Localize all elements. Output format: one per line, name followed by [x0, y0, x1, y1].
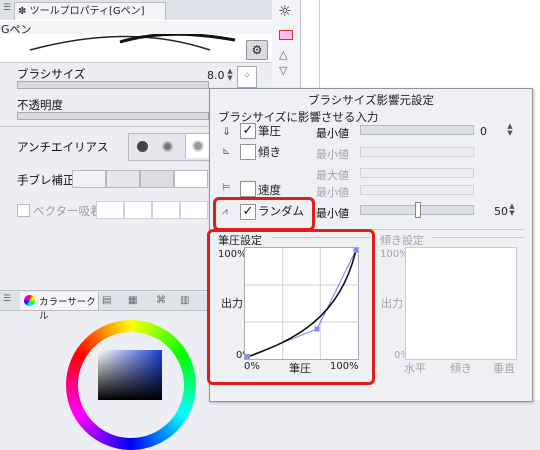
color-history-tab-icon[interactable]: ▥	[180, 295, 189, 306]
record-icon[interactable]	[279, 30, 293, 40]
color-set-tab-icon[interactable]: ▦	[128, 295, 137, 306]
vector-snap-checkbox[interactable]	[17, 204, 30, 217]
opacity-label: 不透明度	[17, 98, 63, 112]
antialias-none-icon[interactable]	[137, 141, 148, 152]
saturation-value-square[interactable]	[98, 350, 162, 400]
vector-snap-label: ベクター吸着	[33, 204, 102, 218]
tilt-min-label: 最小値	[316, 148, 349, 161]
popup-title: ブラシサイズ影響元設定	[308, 93, 434, 107]
pressure-graph-highlight-box	[207, 229, 375, 385]
stabilization-label: 手ブレ補正	[17, 173, 75, 187]
pressure-min-value[interactable]: 0	[480, 125, 487, 138]
tilt-max-label: 最大値	[316, 169, 349, 182]
sun-icon[interactable]: ☼	[278, 2, 291, 20]
tilt-checkbox[interactable]	[240, 144, 256, 160]
antialias-medium-icon	[192, 140, 204, 152]
tilt-min-slider[interactable]	[360, 147, 474, 157]
pen-pressure-icon: ⇓	[222, 125, 232, 138]
preset-name: Gペン	[1, 23, 32, 36]
tilt-max-slider[interactable]	[360, 168, 474, 178]
velocity-label: 速度	[258, 183, 281, 197]
tilt-graph-x-label: 傾き	[450, 362, 472, 375]
pressure-min-spinner[interactable]: ▲ ▼	[506, 123, 514, 137]
color-wheel-icon	[24, 295, 35, 306]
random-min-slider-thumb[interactable]	[415, 202, 421, 218]
panel-menu-icon[interactable]: ☰	[3, 294, 11, 304]
antialias-selector[interactable]	[128, 133, 210, 161]
tilt-label: 傾き	[258, 145, 281, 159]
velocity-min-label: 最小値	[316, 186, 349, 199]
brush-size-spinner[interactable]: ▲ ▼	[226, 68, 234, 82]
brush-tip-settings-button[interactable]: ⚙	[246, 40, 268, 60]
velocity-icon: ⊨	[222, 182, 231, 193]
tilt-graph-title: 傾き設定	[380, 234, 424, 247]
pressure-checkbox[interactable]: ✓	[240, 123, 256, 139]
pressure-min-slider[interactable]	[360, 125, 474, 135]
tab-tool-property-label: ツールプロパティ[Gペン]	[29, 6, 145, 17]
tab-color-circle[interactable]: カラーサークル	[20, 292, 99, 322]
tab-color-circle-label: カラーサークル	[39, 297, 96, 322]
preset-name-bar: Gペン	[0, 21, 272, 36]
triangle-up-icon[interactable]: △	[279, 48, 287, 61]
divider	[432, 237, 524, 238]
random-min-label: 最小値	[316, 207, 349, 220]
color-slider-tab-icon[interactable]: ▤	[102, 295, 111, 306]
tilt-graph-x-right: 垂直	[493, 362, 515, 375]
tab-tool-property[interactable]: ✽ ツールプロパティ[Gペン]	[14, 2, 166, 21]
antialias-weak-icon[interactable]	[162, 141, 173, 152]
triangle-down-icon[interactable]: ▽	[279, 64, 287, 77]
pressure-min-label: 最小値	[316, 127, 349, 140]
panel-menu-icon[interactable]: ☰	[3, 3, 11, 13]
random-label: ランダム	[258, 204, 304, 218]
antialias-label: アンチエイリアス	[17, 140, 109, 154]
dots-icon: ⁘	[243, 71, 251, 81]
opacity-slider[interactable]	[17, 112, 209, 120]
random-icon: ⩘	[222, 206, 228, 217]
random-min-slider[interactable]	[360, 202, 474, 218]
approximate-color-tab-icon[interactable]: ⌘	[156, 295, 166, 306]
brush-size-label: ブラシサイズ	[17, 67, 86, 81]
wrench-icon: ⚙	[251, 43, 263, 57]
tilt-graph-x-left: 水平	[404, 362, 426, 375]
brush-size-slider[interactable]	[17, 81, 209, 89]
gear-icon: ✽	[18, 6, 27, 17]
velocity-min-slider[interactable]	[360, 185, 474, 195]
random-checkbox[interactable]: ✓	[240, 204, 256, 220]
brush-size-value[interactable]: 8.0	[207, 69, 225, 82]
random-min-spinner[interactable]: ▲ ▼	[508, 203, 516, 217]
pressure-label: 筆圧	[258, 124, 281, 138]
random-min-value[interactable]: 50	[494, 205, 508, 218]
antialias-medium-option[interactable]	[185, 134, 210, 158]
tilt-icon: ⊾	[222, 146, 231, 157]
brush-size-dynamics-button[interactable]: ⁘	[237, 66, 257, 88]
tilt-graph-y-label: 出力	[381, 297, 403, 310]
velocity-checkbox[interactable]	[240, 181, 256, 197]
tilt-curve-graph	[405, 247, 517, 360]
